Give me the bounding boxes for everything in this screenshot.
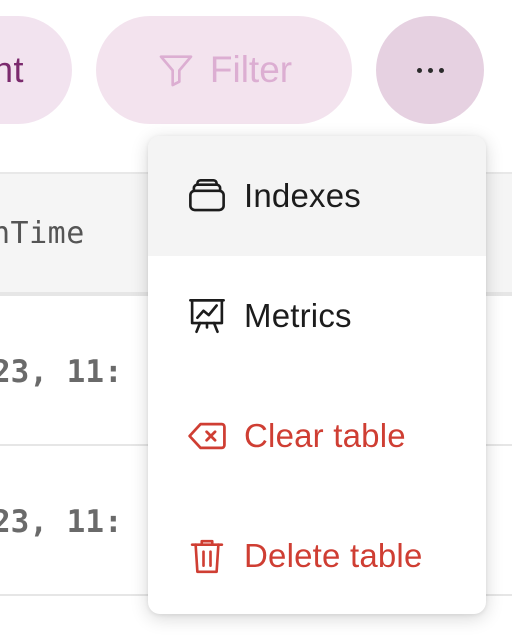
filter-button[interactable]: Filter [96, 16, 352, 124]
menu-item-delete-table[interactable]: Delete table [148, 496, 486, 614]
clear-icon [184, 413, 230, 459]
column-header-time[interactable]: nTime [0, 216, 85, 251]
menu-item-label: Metrics [244, 297, 352, 334]
toolbar-left-button[interactable]: nt [0, 16, 72, 124]
page: nt Filter nTime 23, 11: 23, 11: Indexes … [0, 0, 512, 644]
table-cell-time: 23, 11: [0, 354, 123, 390]
more-horizontal-icon [416, 67, 444, 73]
more-options-menu: Indexes Metrics Clear table Delete table [148, 136, 486, 614]
menu-item-label: Clear table [244, 417, 406, 454]
menu-item-clear-table[interactable]: Clear table [148, 376, 486, 496]
toolbar-left-button-label: nt [0, 49, 24, 90]
menu-item-label: Delete table [244, 537, 423, 574]
indexes-icon [184, 173, 230, 219]
menu-item-indexes[interactable]: Indexes [148, 136, 486, 256]
metrics-icon [184, 293, 230, 339]
table-cell-time: 23, 11: [0, 504, 123, 540]
more-options-button[interactable] [376, 16, 484, 124]
filter-button-label: Filter [209, 49, 293, 90]
menu-item-label: Indexes [244, 177, 361, 214]
trash-icon [184, 533, 230, 579]
filter-icon [156, 50, 196, 90]
menu-item-metrics[interactable]: Metrics [148, 256, 486, 376]
